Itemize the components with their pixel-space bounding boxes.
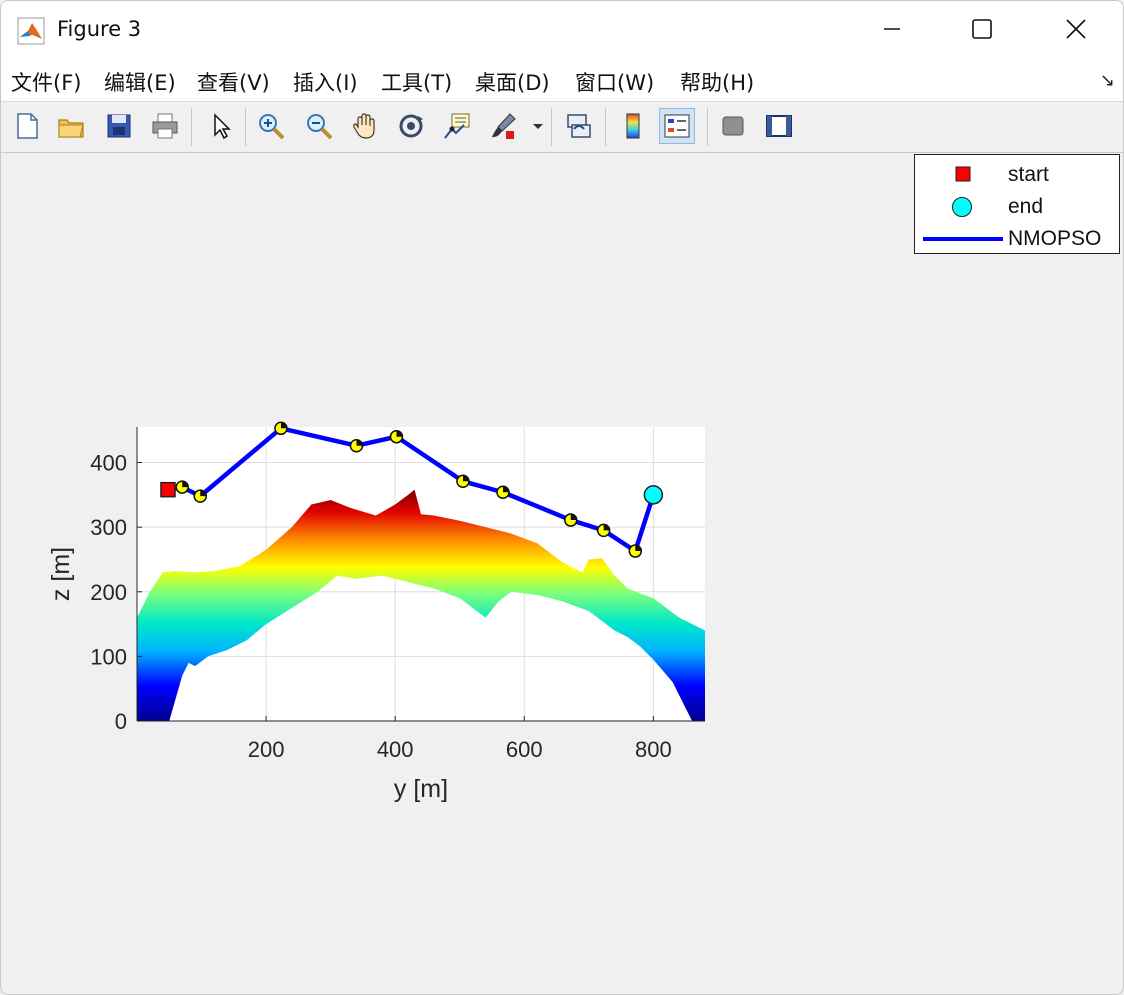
- y-tick-label: 0: [115, 709, 127, 734]
- x-axis-label: y [m]: [394, 775, 448, 803]
- y-tick-label: 100: [90, 644, 127, 669]
- plot-canvas: 200 400 600 800 0 100 200 300 400 y [m] z [m]: [47, 421, 705, 803]
- y-axis-label: z [m]: [47, 547, 75, 601]
- y-tick-label: 400: [90, 451, 127, 476]
- x-tick-label: 200: [248, 737, 285, 762]
- start-marker: [160, 481, 176, 498]
- waypoint-marker-quadrant: [280, 422, 287, 429]
- x-tick-label: 400: [377, 737, 414, 762]
- y-tick-label: 200: [90, 580, 127, 605]
- x-tick-label: 800: [635, 737, 672, 762]
- x-tick-label: 600: [506, 737, 543, 762]
- y-tick-label: 300: [90, 515, 127, 540]
- figure-window: Figure 3 文件(F) 编辑(E) 查看(V) 插入(I) 工具(T) 桌…: [0, 0, 1124, 995]
- end-marker: [643, 485, 664, 505]
